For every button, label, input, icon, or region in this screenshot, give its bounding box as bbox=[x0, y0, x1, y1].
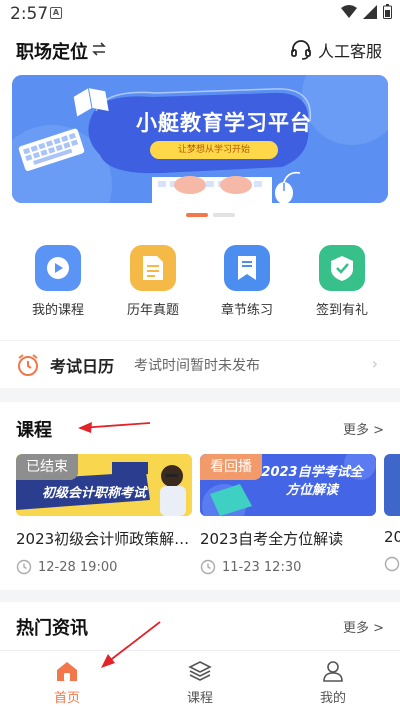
home-icon bbox=[27, 657, 107, 685]
layers-icon bbox=[160, 657, 240, 685]
course-time-text: 12-28 19:00 bbox=[38, 559, 118, 575]
exam-calendar-status: 考试时间暂时未发布 bbox=[134, 358, 260, 374]
exam-calendar-row[interactable]: 考试日历 考试时间暂时未发布 › bbox=[0, 340, 400, 386]
course-thumbnail-text: 2023自学考试全方位解读 bbox=[261, 465, 363, 498]
customer-service-button[interactable]: 人工客服 bbox=[290, 38, 382, 62]
bottom-tab-bar: 首页 课程 我的 bbox=[0, 650, 400, 710]
bookmark-icon bbox=[224, 245, 270, 291]
swap-icon[interactable] bbox=[92, 42, 106, 56]
course-title: 20 bbox=[384, 528, 400, 546]
section-divider bbox=[0, 590, 400, 602]
carousel-dot-active[interactable] bbox=[186, 213, 208, 217]
user-icon bbox=[293, 657, 373, 685]
course-time: 11-23 12:30 bbox=[200, 559, 376, 575]
course-time-text: 11-23 12:30 bbox=[222, 559, 302, 575]
quick-label: 历年真题 bbox=[126, 303, 179, 318]
quick-label: 我的课程 bbox=[31, 303, 84, 318]
carousel-dot[interactable] bbox=[213, 213, 235, 217]
check-badge-icon bbox=[319, 245, 365, 291]
tab-home[interactable]: 首页 bbox=[27, 657, 107, 706]
course-title: 2023自考全方位解读 bbox=[200, 530, 344, 548]
news-section-header: 热门资讯 更多 > bbox=[0, 614, 400, 642]
tab-profile[interactable]: 我的 bbox=[293, 657, 373, 706]
carousel-indicator bbox=[186, 213, 235, 217]
courses-section-title: 课程 bbox=[16, 420, 52, 441]
courses-section-header: 课程 更多 > bbox=[0, 416, 400, 444]
banner-subtitle: 让梦想从学习开始 bbox=[150, 141, 278, 159]
clock-icon bbox=[384, 556, 400, 572]
status-badge: 看回播 bbox=[200, 454, 262, 480]
job-location-selector[interactable]: 职场定位 bbox=[16, 38, 88, 64]
course-title: 2023初级会计师政策解… bbox=[16, 530, 190, 548]
document-icon bbox=[130, 245, 176, 291]
course-thumbnail: 初级会计职称考试 已结束 bbox=[16, 454, 192, 516]
tab-courses[interactable]: 课程 bbox=[160, 657, 240, 706]
top-header: 职场定位 人工客服 bbox=[0, 36, 400, 66]
alarm-clock-icon bbox=[18, 354, 38, 376]
quick-chapter-practice[interactable]: 章节练习 bbox=[207, 245, 287, 318]
quick-label: 签到有礼 bbox=[315, 303, 368, 318]
status-badge: 已结束 bbox=[16, 454, 78, 480]
banner-title-area: 小艇教育学习平台 让梦想从学习开始 bbox=[114, 97, 314, 171]
course-card[interactable]: 20 bbox=[384, 454, 400, 572]
promo-banner[interactable]: 小艇教育学习平台 让梦想从学习开始 bbox=[12, 75, 388, 203]
course-thumbnail: 2023自学考试全方位解读 看回播 bbox=[200, 454, 376, 516]
headset-icon bbox=[291, 40, 311, 60]
customer-service-label: 人工客服 bbox=[317, 42, 382, 61]
course-thumbnail bbox=[384, 454, 400, 516]
quick-past-exams[interactable]: 历年真题 bbox=[113, 245, 193, 318]
exam-calendar-title: 考试日历 bbox=[50, 357, 115, 376]
clock-icon bbox=[200, 559, 216, 575]
wifi-icon bbox=[341, 4, 357, 18]
news-more-link[interactable]: 更多 > bbox=[343, 617, 384, 636]
course-time: 12-28 19:00 bbox=[16, 559, 192, 575]
signal-icon bbox=[363, 4, 377, 19]
tab-label: 首页 bbox=[53, 691, 80, 706]
course-thumbnail-text: 初级会计职称考试 bbox=[42, 486, 147, 501]
banner-title: 小艇教育学习平台 bbox=[136, 111, 312, 135]
quick-my-courses[interactable]: 我的课程 bbox=[18, 245, 98, 318]
quick-checkin-gift[interactable]: 签到有礼 bbox=[302, 245, 382, 318]
course-list: 初级会计职称考试 已结束 2023初级会计师政策解… 12-28 19:00 2… bbox=[0, 454, 400, 584]
tab-label: 我的 bbox=[319, 691, 346, 706]
course-time bbox=[384, 556, 400, 572]
courses-more-link[interactable]: 更多 > bbox=[343, 419, 384, 438]
tab-label: 课程 bbox=[186, 691, 213, 706]
play-icon bbox=[35, 245, 81, 291]
course-card[interactable]: 2023自学考试全方位解读 看回播 2023自考全方位解读 11-23 12:3… bbox=[200, 454, 376, 575]
quick-actions: 我的课程 历年真题 章节练习 签到有礼 bbox=[0, 245, 400, 325]
status-bar: 2:57 A bbox=[0, 0, 400, 28]
notification-a-icon: A bbox=[50, 7, 62, 19]
news-section-title: 热门资讯 bbox=[16, 618, 88, 639]
course-card[interactable]: 初级会计职称考试 已结束 2023初级会计师政策解… 12-28 19:00 bbox=[16, 454, 192, 575]
clock-icon bbox=[16, 559, 32, 575]
quick-label: 章节练习 bbox=[220, 303, 273, 318]
chevron-right-icon: › bbox=[371, 354, 378, 373]
battery-icon bbox=[383, 4, 392, 19]
section-divider bbox=[0, 388, 400, 402]
status-icons bbox=[341, 4, 392, 19]
status-time: 2:57 bbox=[10, 4, 49, 24]
